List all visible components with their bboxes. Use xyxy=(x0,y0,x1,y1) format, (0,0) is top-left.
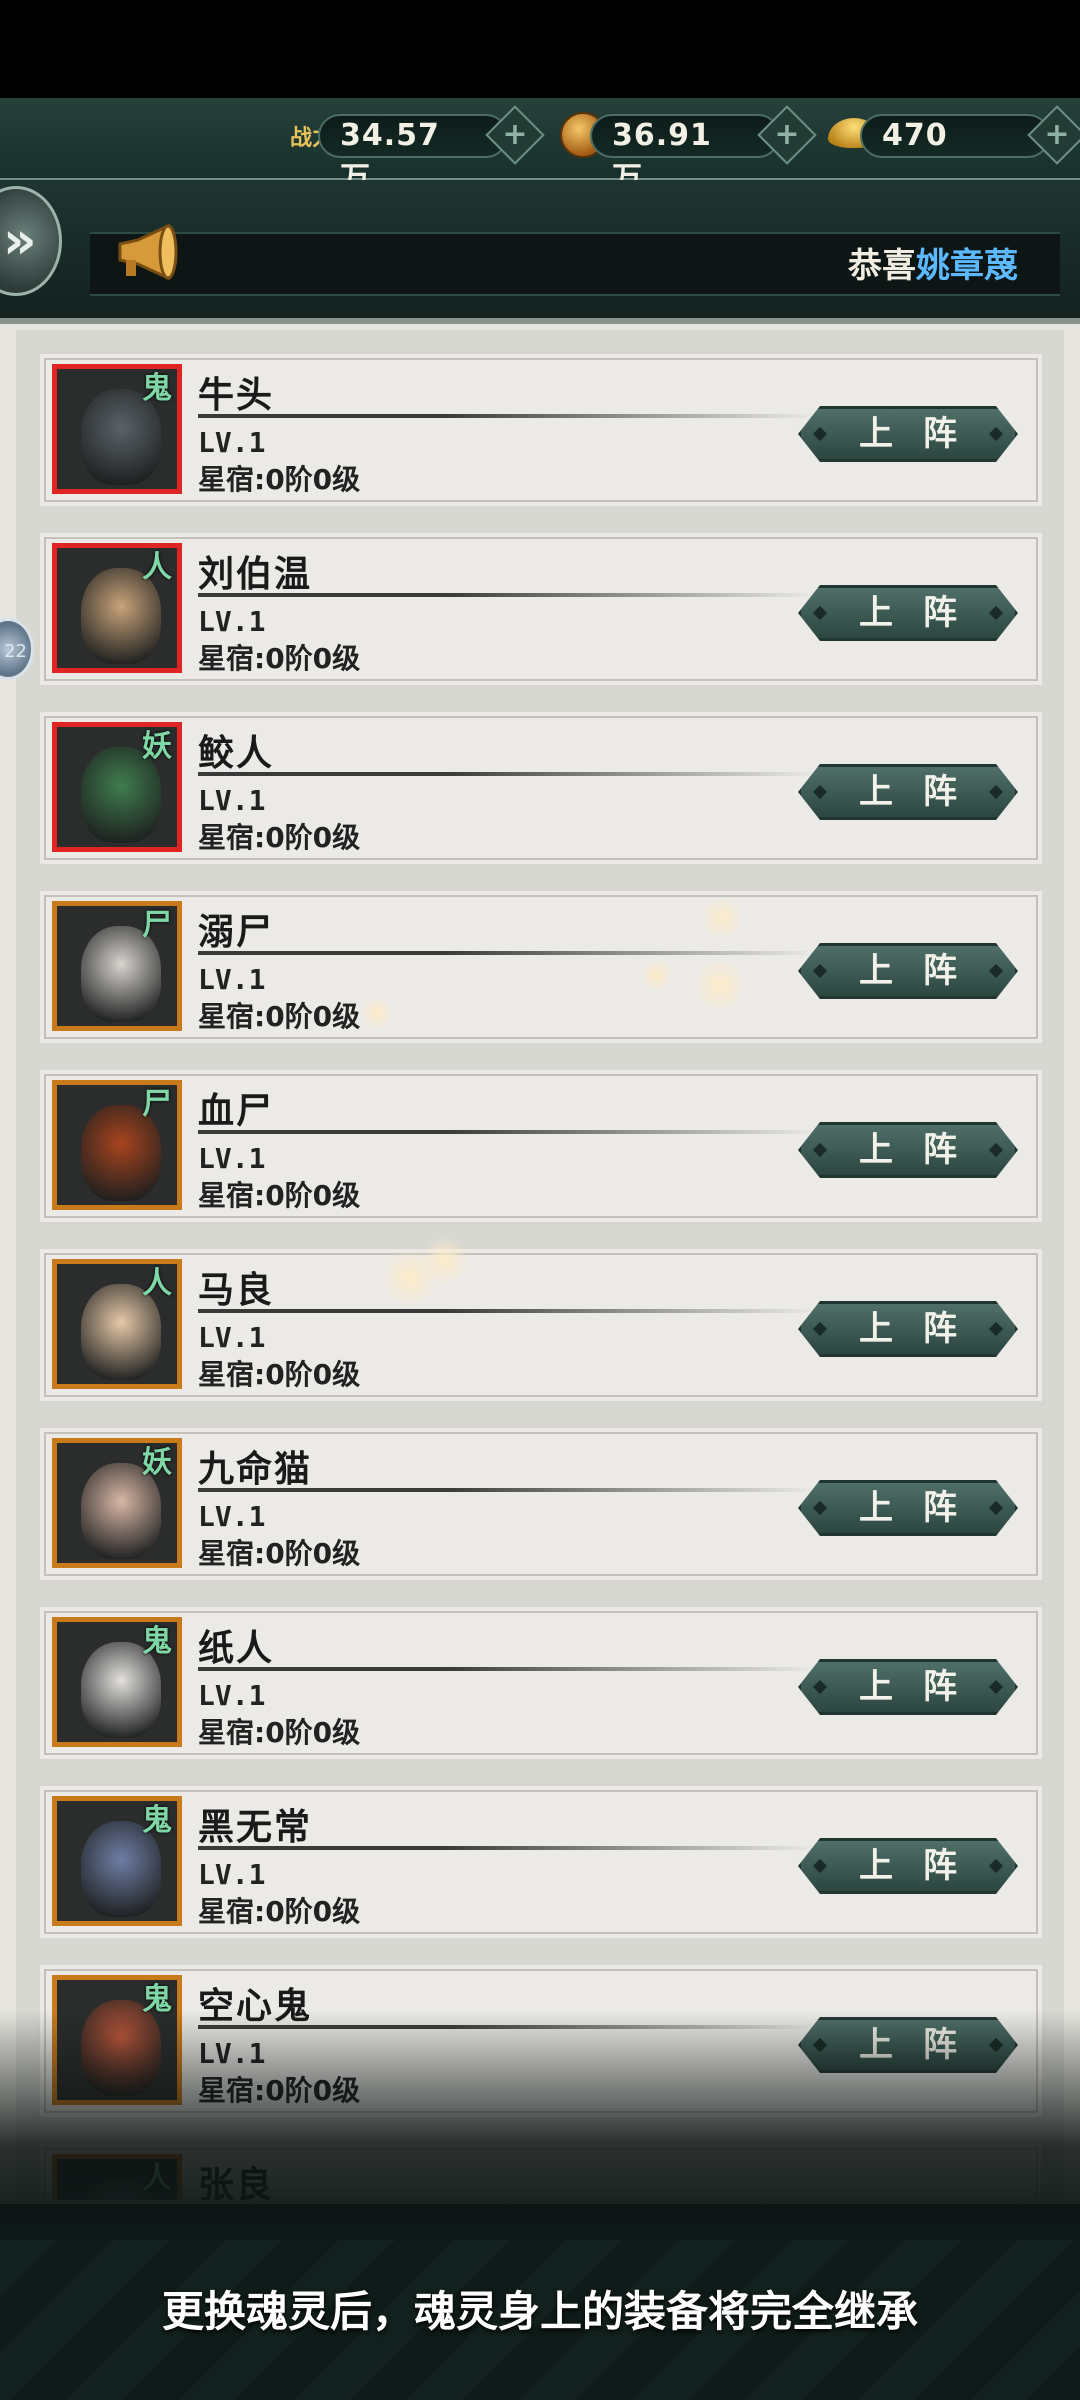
deploy-button[interactable]: 上阵 xyxy=(798,1122,1018,1178)
hero-star-rank: 星宿:0阶0级 xyxy=(198,463,361,496)
status-bar-area xyxy=(0,0,1080,98)
notice-text: 恭喜姚章蔑 xyxy=(848,238,1018,287)
hero-card[interactable]: 鬼牛头 LV.1 星宿:0阶0级 上阵 xyxy=(36,350,1046,510)
notice-prefix: 恭喜 xyxy=(848,246,916,286)
deploy-button[interactable]: 上阵 xyxy=(798,1301,1018,1357)
hero-list[interactable]: 鬼牛头 LV.1 星宿:0阶0级 上阵人刘伯温 LV.1 星宿:0阶0级 上阵妖鲛人 LV.1… xyxy=(16,330,1064,2200)
hero-portrait[interactable]: 人 xyxy=(52,1259,182,1389)
hero-name: 溺尸 xyxy=(198,911,275,953)
hero-card[interactable]: 妖鲛人 LV.1 星宿:0阶0级 上阵 xyxy=(36,708,1046,868)
name-underline xyxy=(198,414,816,418)
hero-card[interactable]: 鬼纸人 LV.1 星宿:0阶0级 上阵 xyxy=(36,1603,1046,1763)
name-underline xyxy=(198,593,816,597)
hero-level: LV.1 xyxy=(198,426,266,459)
hero-level: LV.1 xyxy=(198,1142,266,1175)
hero-card[interactable]: 鬼黑无常 LV.1 星宿:0阶0级 上阵 xyxy=(36,1782,1046,1942)
deploy-button[interactable]: 上阵 xyxy=(798,943,1018,999)
hero-name: 马良 xyxy=(198,1269,275,1311)
name-underline xyxy=(198,1846,816,1850)
hero-card[interactable]: 尸血尸 LV.1 星宿:0阶0级 上阵 xyxy=(36,1066,1046,1226)
hero-star-rank: 星宿:0阶0级 xyxy=(198,1895,361,1928)
hero-name: 九命猫 xyxy=(198,1448,313,1490)
subtitle-caption: 更换魂灵后，魂灵身上的装备将完全继承 xyxy=(161,2287,918,2336)
hero-card[interactable]: 妖九命猫 LV.1 星宿:0阶0级 上阵 xyxy=(36,1424,1046,1584)
hero-portrait[interactable]: 鬼 xyxy=(52,1617,182,1747)
hero-level: LV.1 xyxy=(198,1321,266,1354)
deploy-button[interactable]: 上阵 xyxy=(798,764,1018,820)
hero-name: 刘伯温 xyxy=(198,553,313,595)
deploy-button[interactable]: 上阵 xyxy=(798,1480,1018,1536)
hero-level: LV.1 xyxy=(198,784,266,817)
hero-star-rank: 星宿:0阶0级 xyxy=(198,1179,361,1212)
name-underline xyxy=(198,772,816,776)
hero-level: LV.1 xyxy=(198,605,266,638)
deploy-button[interactable]: 上阵 xyxy=(798,585,1018,641)
plus-icon: + xyxy=(1044,117,1070,152)
hero-name: 鲛人 xyxy=(198,732,275,774)
hero-portrait[interactable]: 妖 xyxy=(52,1438,182,1568)
hero-level: LV.1 xyxy=(198,1858,266,1891)
name-underline xyxy=(198,1130,816,1134)
hero-star-rank: 星宿:0阶0级 xyxy=(198,1000,361,1033)
hero-faction-tag: 鬼 xyxy=(142,1803,172,1838)
hero-star-rank: 星宿:0阶0级 xyxy=(198,1358,361,1391)
hero-name: 牛头 xyxy=(198,374,275,416)
sparkle-effect xyxy=(420,1236,470,1286)
hero-portrait[interactable]: 尸 xyxy=(52,1080,182,1210)
deploy-button[interactable]: 上阵 xyxy=(798,406,1018,462)
sparkle-effect xyxy=(690,960,750,1010)
sparkle-effect xyxy=(640,958,674,992)
horn-icon xyxy=(118,223,178,281)
hero-star-rank: 星宿:0阶0级 xyxy=(198,1716,361,1749)
hero-card[interactable]: 人刘伯温 LV.1 星宿:0阶0级 上阵 xyxy=(36,529,1046,689)
hero-faction-tag: 尸 xyxy=(142,908,172,943)
hero-star-rank: 星宿:0阶0级 xyxy=(198,1537,361,1570)
hero-portrait[interactable]: 妖 xyxy=(52,722,182,852)
sparkle-effect xyxy=(360,996,394,1030)
hero-card[interactable]: 人马良 LV.1 星宿:0阶0级 上阵 xyxy=(36,1245,1046,1405)
hero-portrait[interactable]: 鬼 xyxy=(52,1796,182,1926)
hero-star-rank: 星宿:0阶0级 xyxy=(198,642,361,675)
sparkle-effect xyxy=(700,896,744,940)
name-underline xyxy=(198,1309,816,1313)
hero-card[interactable]: 尸溺尸 LV.1 星宿:0阶0级 上阵 xyxy=(36,887,1046,1047)
hero-portrait[interactable]: 尸 xyxy=(52,901,182,1031)
ingots-value: 470 xyxy=(882,118,948,153)
hero-level: LV.1 xyxy=(198,1679,266,1712)
hero-name: 血尸 xyxy=(198,1090,275,1132)
hero-star-rank: 星宿:0阶0级 xyxy=(198,821,361,854)
hero-portrait[interactable]: 鬼 xyxy=(52,364,182,494)
hero-name: 纸人 xyxy=(198,1627,275,1669)
deploy-button[interactable]: 上阵 xyxy=(798,1659,1018,1715)
name-underline xyxy=(198,1667,816,1671)
hero-faction-tag: 人 xyxy=(142,550,172,585)
hero-portrait[interactable]: 人 xyxy=(52,543,182,673)
hero-name: 黑无常 xyxy=(198,1806,313,1848)
deploy-button[interactable]: 上阵 xyxy=(798,1838,1018,1894)
notice-player-name: 姚章蔑 xyxy=(916,246,1018,286)
hero-faction-tag: 人 xyxy=(142,1266,172,1301)
hero-faction-tag: 尸 xyxy=(142,1087,172,1122)
hero-level: LV.1 xyxy=(198,963,266,996)
hero-faction-tag: 妖 xyxy=(142,729,172,764)
plus-icon: + xyxy=(502,117,528,152)
hero-faction-tag: 妖 xyxy=(142,1445,172,1480)
name-underline xyxy=(198,1488,816,1492)
hero-level: LV.1 xyxy=(198,1500,266,1533)
plus-icon: + xyxy=(774,117,800,152)
hero-faction-tag: 鬼 xyxy=(142,1624,172,1659)
double-chevron-icon: » xyxy=(3,211,37,271)
name-underline xyxy=(198,951,816,955)
hero-faction-tag: 鬼 xyxy=(142,371,172,406)
